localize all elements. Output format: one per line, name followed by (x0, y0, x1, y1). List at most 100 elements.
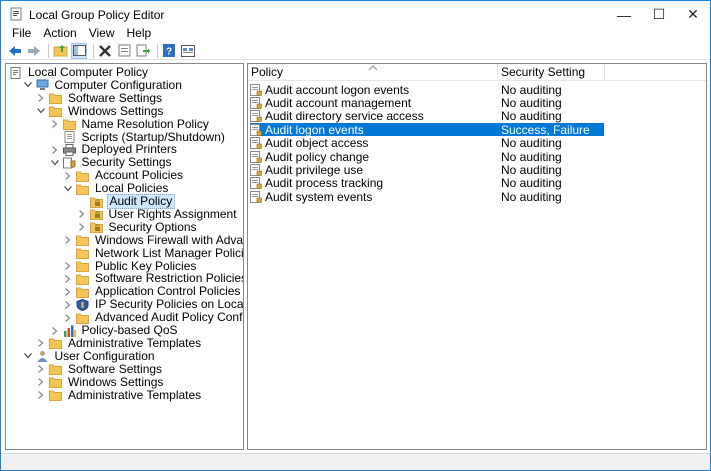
column-header-security-setting[interactable]: Security Setting (498, 64, 604, 81)
expand-chevron-icon[interactable] (63, 313, 73, 323)
menu-action[interactable]: Action (37, 27, 82, 42)
toolbar: ? (1, 42, 710, 60)
policy-setting-icon (250, 123, 262, 136)
expand-chevron-icon[interactable] (50, 326, 60, 336)
window-title: Local Group Policy Editor (29, 8, 165, 22)
expand-chevron-icon[interactable] (36, 364, 46, 374)
maximize-button[interactable]: ☐ (642, 1, 676, 28)
up-folder-icon[interactable] (52, 43, 68, 59)
console-tree-pane[interactable]: Local Computer Policy Computer Configurat… (5, 63, 244, 450)
svg-text:?: ? (166, 47, 172, 58)
list-item[interactable]: Audit privilege use No auditing (250, 163, 604, 177)
security-setting-value: No auditing (501, 136, 562, 151)
tree-item[interactable]: Windows Settings (36, 374, 165, 389)
collapse-chevron-icon[interactable] (63, 184, 73, 194)
tree-item[interactable]: User Rights Assignment (77, 207, 239, 221)
forward-arrow-icon[interactable] (26, 43, 42, 59)
security-setting-value: No auditing (501, 82, 562, 97)
collapse-chevron-icon[interactable] (23, 80, 33, 90)
tree-item[interactable]: Software Settings (36, 362, 164, 376)
close-button[interactable]: ✕ (676, 1, 710, 28)
status-bar (1, 453, 710, 470)
folder-icon (49, 363, 62, 376)
list-item[interactable]: Audit directory service access No auditin… (250, 109, 604, 123)
tree-item-label: Windows Settings (68, 374, 164, 389)
user-icon (36, 350, 49, 363)
tree-item-label: Windows Settings (68, 103, 164, 118)
tree-item[interactable]: Administrative Templates (36, 335, 203, 350)
list-item[interactable]: Audit system events No auditing (250, 189, 604, 204)
policy-setting-icon (250, 110, 262, 123)
tree-item-label: Network List Manager Policies (95, 245, 244, 260)
security-setting-value: No auditing (501, 189, 562, 204)
policy-setting-icon (250, 137, 262, 150)
security-setting-value: No auditing (501, 176, 562, 191)
tree-item-label: Windows Firewall with Advanced Security (95, 232, 244, 247)
expand-chevron-icon[interactable] (36, 93, 46, 103)
expand-chevron-icon[interactable] (63, 171, 73, 181)
expand-chevron-icon[interactable] (77, 209, 87, 219)
delete-icon[interactable] (97, 43, 113, 59)
list-item[interactable]: Audit account management No auditing (250, 95, 604, 110)
folder-icon (62, 118, 76, 131)
title-bar[interactable]: Local Group Policy Editor — ☐ ✕ (1, 1, 710, 28)
show-hide-tree-icon[interactable] (71, 42, 87, 59)
list-item[interactable]: Audit account logon events No auditing (250, 82, 604, 97)
policy-name: Audit process tracking (265, 176, 384, 191)
expand-chevron-icon[interactable] (36, 338, 46, 348)
menu-file[interactable]: File (1, 27, 37, 42)
expand-chevron-icon[interactable] (77, 222, 87, 232)
locked-folder-icon (89, 196, 103, 208)
back-arrow-icon[interactable] (7, 43, 23, 59)
list-item[interactable]: Audit process tracking No auditing (250, 176, 604, 191)
expand-chevron-icon[interactable] (63, 300, 73, 310)
folder-icon (49, 376, 62, 389)
no-expander (63, 248, 73, 258)
tree-item[interactable]: Windows Firewall with Advanced Security (63, 232, 244, 247)
tree-item[interactable]: Network List Manager Policies (63, 245, 244, 260)
tree-item[interactable]: Security Options (77, 220, 199, 234)
menu-view[interactable]: View (83, 27, 121, 42)
collapse-chevron-icon[interactable] (36, 106, 46, 116)
tree-item-label: Software Settings (68, 90, 163, 105)
sort-ascending-icon (369, 65, 377, 70)
tree-item[interactable]: Administrative Templates (36, 388, 203, 402)
expand-chevron-icon[interactable] (36, 377, 46, 387)
policy-name: Audit policy change (265, 149, 370, 164)
policy-setting-icon (250, 163, 262, 176)
toolbar-separator (48, 43, 49, 58)
collapse-chevron-icon[interactable] (50, 158, 60, 168)
tree-item[interactable]: User Configuration (23, 349, 157, 363)
tree-item[interactable]: Windows Settings (36, 103, 165, 118)
expand-chevron-icon[interactable] (63, 274, 73, 284)
tree-item[interactable]: Computer Configuration (23, 78, 184, 92)
list-item[interactable]: Audit policy change No auditing (250, 149, 604, 164)
menu-help[interactable]: Help (121, 27, 158, 42)
tree-item-label: Administrative Templates (68, 335, 202, 350)
view-icon[interactable] (180, 43, 196, 59)
collapse-chevron-icon[interactable] (23, 351, 33, 361)
tree-item[interactable]: Name Resolution Policy (50, 117, 211, 131)
tree-item[interactable]: Software Settings (36, 90, 164, 105)
list-item[interactable]: Audit object access No auditing (250, 136, 604, 151)
column-divider[interactable] (604, 64, 605, 81)
list-item[interactable]: Audit logon events Success, Failure (250, 123, 604, 137)
expand-chevron-icon[interactable] (63, 261, 73, 271)
expand-chevron-icon[interactable] (63, 287, 73, 297)
properties-icon[interactable] (116, 43, 132, 59)
details-pane[interactable]: Policy Security Setting Audit account lo… (247, 63, 707, 450)
minimize-button[interactable]: — (607, 1, 641, 28)
expand-chevron-icon[interactable] (50, 119, 60, 129)
printer-icon (62, 143, 76, 156)
export-icon[interactable] (135, 43, 151, 59)
folder-icon (49, 92, 62, 105)
folder-icon (49, 389, 62, 401)
folder-icon (49, 105, 62, 118)
folder-icon (76, 247, 89, 260)
policy-name: Audit account management (265, 95, 412, 110)
expand-chevron-icon[interactable] (50, 145, 60, 155)
expand-chevron-icon[interactable] (36, 390, 46, 400)
script-icon (63, 131, 76, 143)
help-icon[interactable]: ? (161, 43, 177, 59)
expand-chevron-icon[interactable] (63, 235, 73, 245)
